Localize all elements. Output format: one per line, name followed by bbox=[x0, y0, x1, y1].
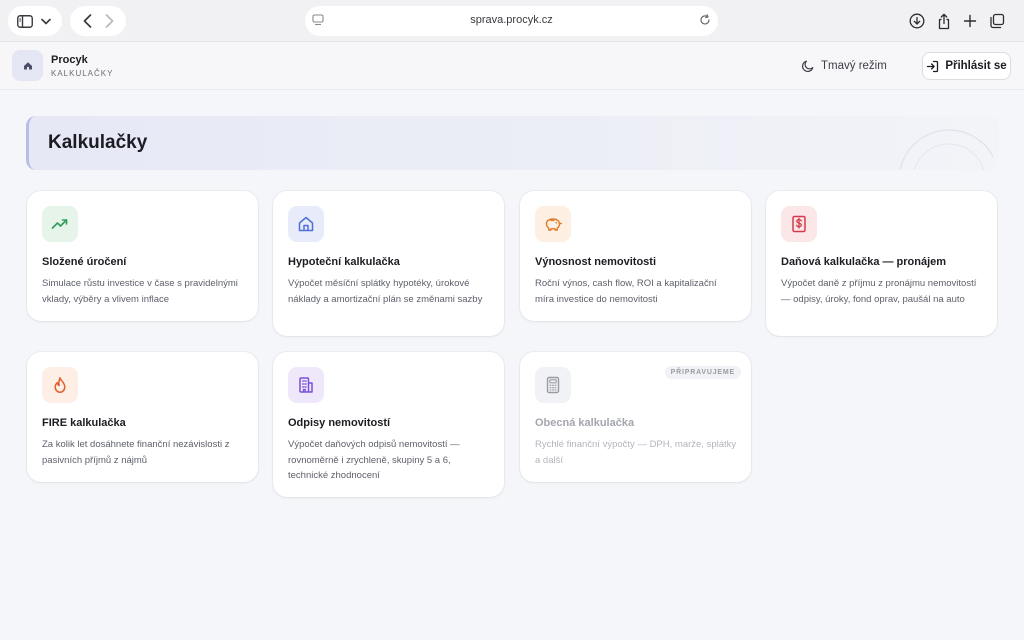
reload-icon[interactable] bbox=[698, 13, 712, 32]
card-depreciation[interactable]: Odpisy nemovitostí Výpočet daňových odpi… bbox=[273, 352, 504, 497]
card-general-calculator: PŘIPRAVUJEME Obecná kalkulačka Rychlé fi… bbox=[520, 352, 751, 482]
back-arrow-icon[interactable] bbox=[76, 10, 98, 32]
sidebar-toggle-icon[interactable] bbox=[14, 10, 35, 32]
card-description: Rychlé finanční výpočty — DPH, marže, sp… bbox=[535, 439, 737, 466]
house-logo-icon bbox=[23, 61, 32, 69]
card-title: Odpisy nemovitostí bbox=[288, 417, 391, 429]
share-icon[interactable] bbox=[933, 10, 955, 32]
address-bar[interactable]: sprava.procyk.cz bbox=[305, 6, 718, 36]
chevron-down-icon[interactable] bbox=[35, 10, 56, 32]
download-icon[interactable] bbox=[906, 10, 928, 32]
dark-mode-label: Tmavý režim bbox=[821, 60, 887, 72]
card-description: Simulace růstu investice v čase s pravid… bbox=[42, 278, 238, 305]
new-tab-plus-icon[interactable] bbox=[959, 10, 981, 32]
moon-icon bbox=[802, 60, 814, 72]
card-description: Výpočet daně z příjmu z pronájmu nemovit… bbox=[781, 278, 977, 305]
history-nav-group bbox=[70, 6, 126, 36]
card-title: Složené úročení bbox=[42, 256, 127, 268]
card-property-yield[interactable]: Výnosnost nemovitosti Roční výnos, cash … bbox=[520, 191, 751, 321]
card-rental-tax[interactable]: Daňová kalkulačka — pronájem Výpočet dan… bbox=[766, 191, 997, 336]
page-hero: Kalkulačky bbox=[26, 116, 999, 170]
tab-overview-icon[interactable] bbox=[986, 10, 1008, 32]
card-description: Výpočet měsíční splátky hypotéky, úrokov… bbox=[288, 278, 483, 305]
card-title: Daňová kalkulačka — pronájem bbox=[781, 256, 947, 268]
forward-arrow-icon[interactable] bbox=[98, 10, 120, 32]
card-description: Výpočet daňových odpisů nemovitostí — ro… bbox=[288, 439, 460, 481]
card-mortgage[interactable]: Hypoteční kalkulačka Výpočet měsíční spl… bbox=[273, 191, 504, 336]
card-title: Výnosnost nemovitosti bbox=[535, 256, 657, 268]
sidebar-toggle-group bbox=[8, 6, 62, 36]
page-title: Kalkulačky bbox=[48, 132, 148, 153]
building-icon bbox=[288, 367, 324, 403]
brand[interactable]: Procyk KALKULAČKY bbox=[51, 54, 113, 78]
home-icon bbox=[288, 206, 324, 242]
card-description: Za kolik let dosáhnete finanční nezávisl… bbox=[42, 439, 230, 466]
card-title: FIRE kalkulačka bbox=[42, 417, 126, 429]
brand-name: Procyk bbox=[51, 54, 88, 66]
brand-subtitle: KALKULAČKY bbox=[51, 69, 114, 78]
coming-soon-badge: PŘIPRAVUJEME bbox=[664, 366, 741, 379]
card-title: Hypoteční kalkulačka bbox=[288, 256, 400, 268]
logo[interactable] bbox=[12, 50, 43, 81]
flame-icon bbox=[42, 367, 78, 403]
decorative-circles-icon bbox=[899, 129, 993, 170]
card-compound-interest[interactable]: Složené úročení Simulace růstu investice… bbox=[27, 191, 258, 321]
app-header: Procyk KALKULAČKY Tmavý režim Přihlásit … bbox=[0, 42, 1024, 90]
login-icon bbox=[927, 60, 939, 72]
trending-up-icon bbox=[42, 206, 78, 242]
login-label: Přihlásit se bbox=[945, 60, 1007, 72]
card-fire[interactable]: FIRE kalkulačka Za kolik let dosáhnete f… bbox=[27, 352, 258, 482]
url-text[interactable]: sprava.procyk.cz bbox=[305, 14, 718, 26]
dark-mode-toggle[interactable]: Tmavý režim bbox=[801, 55, 887, 77]
card-title: Obecná kalkulačka bbox=[535, 417, 635, 429]
login-button[interactable]: Přihlásit se bbox=[922, 52, 1011, 80]
browser-actions bbox=[898, 6, 1016, 36]
receipt-dollar-icon bbox=[781, 206, 817, 242]
card-description: Roční výnos, cash flow, ROI a kapitaliza… bbox=[535, 278, 717, 305]
piggy-bank-icon bbox=[535, 206, 571, 242]
calculator-icon bbox=[535, 367, 571, 403]
browser-toolbar: sprava.procyk.cz bbox=[0, 0, 1024, 42]
